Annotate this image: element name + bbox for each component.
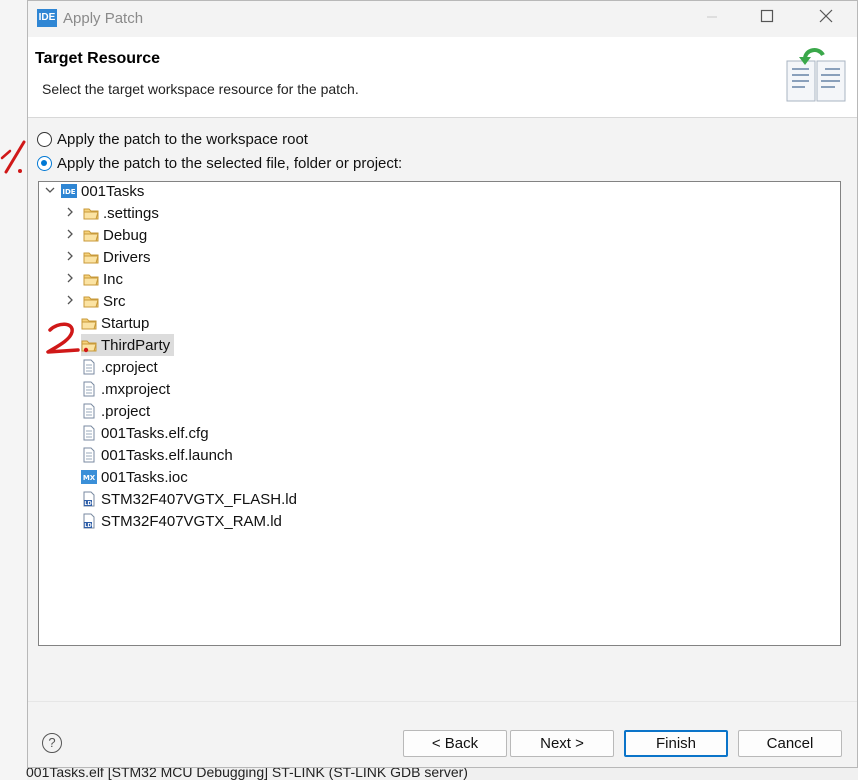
tree-item-label: .mxproject (101, 380, 171, 398)
folder-icon (83, 227, 99, 243)
file-icon (81, 447, 97, 463)
tree-item-label: .settings (103, 204, 159, 222)
tree-item-startup[interactable]: Startup (81, 312, 149, 334)
tree-item-label: Src (103, 292, 126, 310)
tree-item-flash-ld[interactable]: LD STM32F407VGTX_FLASH.ld (81, 488, 297, 510)
tree-item-mxproject[interactable]: .mxproject (81, 378, 170, 400)
window-title: Apply Patch (63, 10, 144, 27)
tree-item-label: .project (101, 402, 151, 420)
selected-resource-label: Apply the patch to the selected file, fo… (57, 154, 403, 172)
close-icon (819, 9, 833, 23)
tree-item-label: 001Tasks.elf.launch (101, 446, 233, 464)
ld-file-icon: LD (81, 491, 97, 507)
folder-icon (81, 315, 97, 331)
chevron-right-icon[interactable] (65, 251, 77, 263)
tree-item-label: 001Tasks.elf.cfg (101, 424, 209, 442)
apply-patch-dialog: IDE Apply Patch Target Resource Select t… (27, 0, 858, 768)
tree-item-label: 001Tasks.ioc (101, 468, 188, 486)
folder-icon (83, 249, 99, 265)
svg-text:MX: MX (83, 474, 96, 482)
tree-item-project[interactable]: .project (81, 400, 150, 422)
svg-text:IDE: IDE (62, 188, 75, 196)
tree-item-label: STM32F407VGTX_RAM.ld (101, 512, 282, 530)
chevron-right-icon[interactable] (65, 273, 77, 285)
file-icon (81, 425, 97, 441)
project-icon: IDE (61, 183, 77, 199)
tree-item-thirdparty-selected[interactable]: ThirdParty (81, 334, 175, 356)
minimize-icon (707, 16, 717, 18)
cancel-button[interactable]: Cancel (738, 730, 842, 757)
chevron-down-icon[interactable] (45, 185, 57, 197)
tree-item-ram-ld[interactable]: LD STM32F407VGTX_RAM.ld (81, 510, 282, 532)
finish-button[interactable]: Finish (624, 730, 728, 757)
chevron-right-icon[interactable] (65, 229, 77, 241)
tree-item-cproject[interactable]: .cproject (81, 356, 158, 378)
chevron-right-icon[interactable] (65, 207, 77, 219)
option-workspace-root[interactable]: Apply the patch to the workspace root (37, 129, 308, 149)
tree-item-label: Debug (103, 226, 148, 244)
close-button[interactable] (803, 5, 849, 33)
footer-divider (28, 701, 857, 702)
resource-tree[interactable]: IDE 001Tasks .settings Debug Drivers Inc (38, 181, 841, 646)
tree-item-label: 001Tasks (81, 182, 145, 200)
chevron-right-icon[interactable] (65, 295, 77, 307)
tree-item-label: STM32F407VGTX_FLASH.ld (101, 490, 297, 508)
tree-item-label: .cproject (101, 358, 158, 376)
tree-item-settings[interactable]: .settings (65, 202, 159, 224)
tree-item-drivers[interactable]: Drivers (65, 246, 151, 268)
apply-patch-banner-icon (786, 48, 846, 102)
workspace-root-radio[interactable] (37, 131, 52, 147)
tree-item-label: Drivers (103, 248, 151, 266)
tree-item-debug[interactable]: Debug (65, 224, 147, 246)
maximize-icon (760, 9, 774, 23)
mx-icon: MX (81, 469, 97, 485)
selected-resource-radio[interactable] (37, 155, 52, 171)
next-button[interactable]: Next > (510, 730, 614, 757)
minimize-button[interactable] (689, 5, 735, 33)
back-button[interactable]: < Back (403, 730, 507, 757)
folder-icon (83, 205, 99, 221)
option-selected-resource[interactable]: Apply the patch to the selected file, fo… (37, 153, 402, 173)
file-icon (81, 359, 97, 375)
file-icon (81, 381, 97, 397)
background-window-edge (0, 0, 27, 780)
maximize-button[interactable] (744, 5, 790, 33)
svg-text:LD: LD (84, 501, 91, 507)
page-description: Select the target workspace resource for… (42, 81, 359, 97)
tree-item-label: ThirdParty (101, 336, 171, 354)
help-icon[interactable]: ? (42, 733, 62, 753)
tree-item-elf-launch[interactable]: 001Tasks.elf.launch (81, 444, 233, 466)
page-title: Target Resource (35, 50, 161, 67)
app-icon: IDE (37, 9, 57, 27)
tree-item-src[interactable]: Src (65, 290, 126, 312)
title-bar: IDE Apply Patch (28, 1, 857, 37)
tree-item-label: Startup (101, 314, 150, 332)
folder-icon (83, 293, 99, 309)
tree-item-inc[interactable]: Inc (65, 268, 123, 290)
tree-item-label: Inc (103, 270, 124, 288)
tree-item-ioc[interactable]: MX 001Tasks.ioc (81, 466, 188, 488)
tree-root-001tasks[interactable]: IDE 001Tasks (45, 180, 144, 202)
folder-icon (83, 271, 99, 287)
tree-item-elf-cfg[interactable]: 001Tasks.elf.cfg (81, 422, 209, 444)
svg-text:LD: LD (84, 523, 91, 529)
workspace-root-label: Apply the patch to the workspace root (57, 130, 308, 148)
wizard-header: Target Resource Select the target worksp… (28, 37, 857, 118)
ld-file-icon: LD (81, 513, 97, 529)
file-icon (81, 403, 97, 419)
folder-icon (81, 337, 97, 353)
